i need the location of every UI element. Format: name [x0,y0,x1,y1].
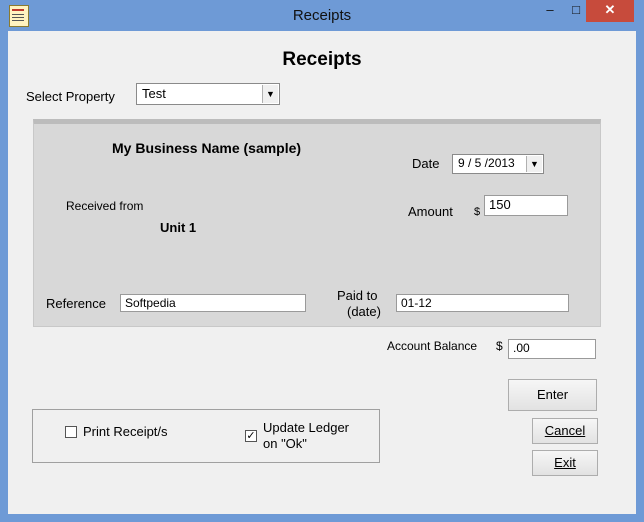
options-group: Print Receipt/s ✓ Update Ledger on "Ok" [32,409,380,463]
date-value: 9 / 5 /2013 [458,156,515,170]
close-button[interactable]: ✕ [586,0,634,22]
maximize-button[interactable]: □ [565,0,587,22]
cancel-button[interactable]: Cancel [532,418,598,444]
reference-label: Reference [46,296,106,311]
update-ledger-label-line2[interactable]: on "Ok" [263,436,307,451]
business-name: My Business Name (sample) [112,140,302,156]
receipt-panel: My Business Name (sample) Date 9 / 5 /20… [33,119,601,327]
title-bar[interactable]: Receipts – □ ✕ [0,0,644,32]
date-label: Date [412,156,440,171]
received-from-label: Received from [66,199,144,213]
print-receipts-checkbox[interactable] [65,426,77,438]
update-ledger-label-line1[interactable]: Update Ledger [263,420,349,435]
exit-button-label: Exit [554,455,576,470]
chevron-down-icon[interactable]: ▼ [262,85,278,103]
form-area: Receipts Select Property Test ▼ My Busin… [8,31,636,514]
form-heading: Receipts [282,49,362,70]
date-picker[interactable]: 9 / 5 /2013 ▼ [452,154,544,174]
account-balance-label: Account Balance [387,339,478,353]
paid-to-label-line2: (date) [347,304,381,319]
receipts-window: Receipts – □ ✕ Receipts Select Property … [0,0,644,522]
enter-button[interactable]: Enter [508,379,597,411]
account-balance-currency: $ [496,339,503,353]
update-ledger-checkbox[interactable]: ✓ [245,430,257,442]
print-receipts-label[interactable]: Print Receipt/s [83,424,168,439]
paid-to-label-line1: Paid to [337,288,378,303]
account-balance-field: .00 [508,339,596,359]
property-select[interactable]: Test ▼ [136,83,280,105]
date-dropdown-icon[interactable]: ▼ [526,156,542,172]
amount-input[interactable]: 150 [484,195,568,216]
amount-label: Amount [408,204,453,219]
unit-value: Unit 1 [160,220,197,235]
select-property-label: Select Property [26,89,115,104]
paid-to-input[interactable]: 01-12 [396,294,569,312]
amount-currency: $ [474,206,481,218]
minimize-button[interactable]: – [535,0,565,22]
cancel-button-label: Cancel [544,423,586,438]
property-select-value: Test [142,86,166,101]
reference-input[interactable]: Softpedia [120,294,306,312]
exit-button[interactable]: Exit [532,450,598,476]
